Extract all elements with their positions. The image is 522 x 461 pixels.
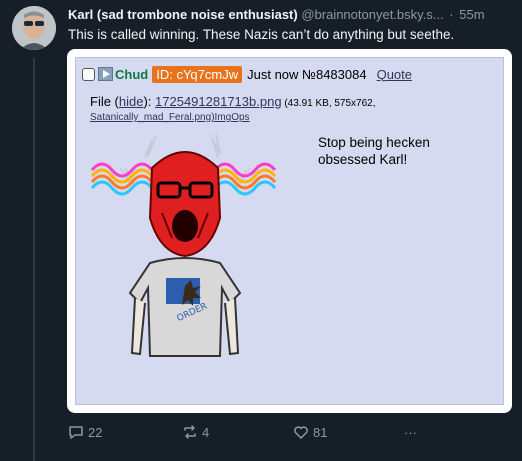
poster-id-badge: ID: cYq7cmJw xyxy=(152,65,243,83)
avatar-image xyxy=(12,6,56,50)
action-bar: 22 4 81 ··· xyxy=(68,422,418,442)
post-time[interactable]: 55m xyxy=(459,7,484,22)
heart-icon xyxy=(294,426,308,439)
file-meta: (43.91 KB, 575x762, xyxy=(281,98,376,109)
flag-icon xyxy=(98,67,113,81)
poster-name: Chud xyxy=(115,66,149,82)
reply-count: 22 xyxy=(88,424,103,440)
imgops-link: )ImgOps xyxy=(211,112,250,123)
reply-button[interactable]: 22 xyxy=(68,424,102,440)
file-mid: ): xyxy=(143,94,156,109)
repost-icon xyxy=(184,425,196,439)
separator-dot: · xyxy=(449,7,454,22)
embedded-image[interactable]: Chud ID: cYq7cmJw Just now №8483084 Quot… xyxy=(67,49,512,413)
soyjak-illustration: ORDER xyxy=(90,133,277,357)
post-text: This is called winning. These Nazis can’… xyxy=(68,27,455,42)
file-prefix: File ( xyxy=(90,94,119,109)
author-handle[interactable]: @brainnotonyet.bsky.s... xyxy=(301,7,443,22)
imageboard-post-body: Stop being hecken obsessed Karl! xyxy=(318,135,430,167)
select-checkbox xyxy=(82,67,95,81)
original-name-link: Satanically_mad_Feral.png xyxy=(90,112,212,123)
thread-line xyxy=(33,58,35,461)
like-count: 81 xyxy=(313,424,328,440)
repost-count: 4 xyxy=(202,424,210,440)
post-header: Karl (sad trombone noise enthusiast) @br… xyxy=(68,7,516,25)
like-button[interactable]: 81 xyxy=(293,424,327,440)
imageboard-post-header: Chud ID: cYq7cmJw Just now №8483084 Quot… xyxy=(82,64,412,84)
imageboard-post: Chud ID: cYq7cmJw Just now №8483084 Quot… xyxy=(75,57,504,405)
avatar[interactable] xyxy=(12,6,56,50)
file-original-name: Satanically_mad_Feral.png)ImgOps xyxy=(90,112,250,123)
repost-button[interactable]: 4 xyxy=(182,424,209,440)
post-number: Just now №8483084 xyxy=(247,66,367,82)
hide-link: hide xyxy=(118,94,144,109)
file-info: File (hide): 1725491281713b.png (43.91 K… xyxy=(90,94,376,109)
reply-icon xyxy=(69,426,83,439)
quote-link: Quote xyxy=(376,66,413,82)
more-options-button[interactable]: ··· xyxy=(404,425,417,440)
author-name[interactable]: Karl (sad trombone noise enthusiast) xyxy=(68,7,298,22)
file-name-link: 1725491281713b.png xyxy=(155,94,282,109)
more-icon: ··· xyxy=(404,424,417,440)
